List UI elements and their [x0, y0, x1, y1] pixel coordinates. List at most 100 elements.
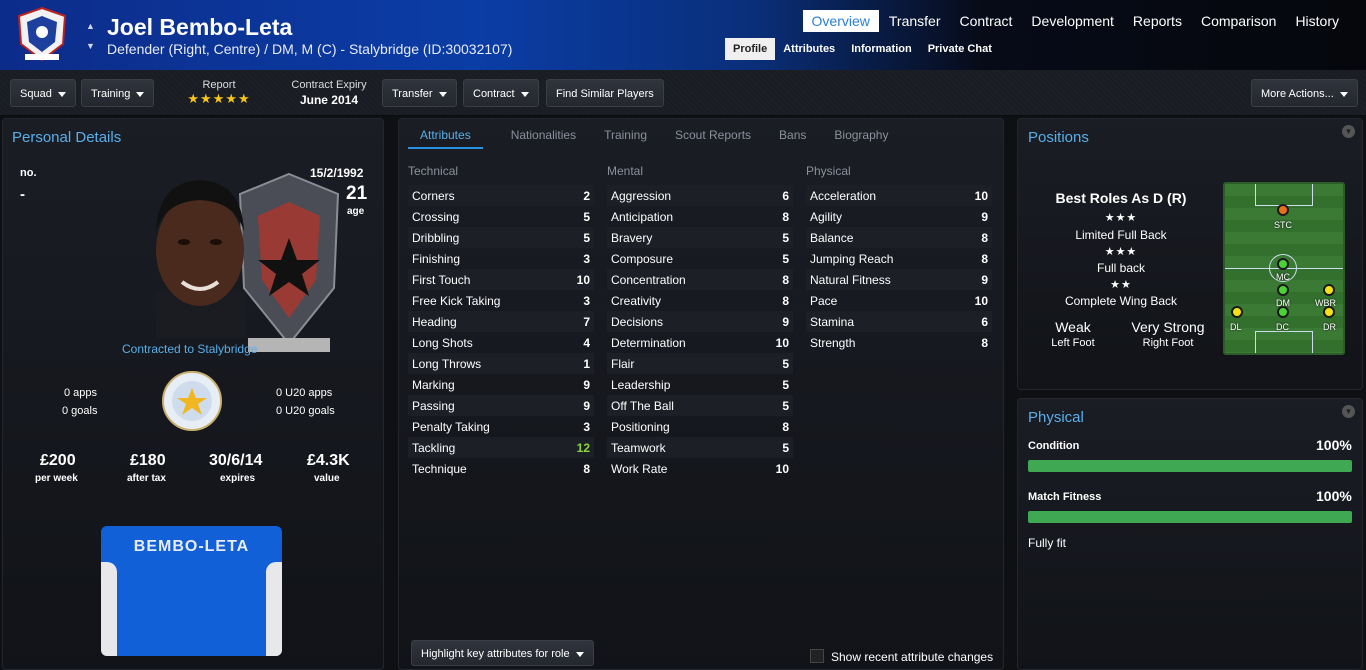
technical-attribute-row[interactable]: Long Shots 4 [408, 332, 594, 353]
technical-attribute-row[interactable]: Heading 7 [408, 311, 594, 332]
tab-bans[interactable]: Bans [779, 126, 806, 149]
subnav-profile[interactable]: Profile [725, 38, 776, 60]
physical-attribute-row[interactable]: Natural Fitness 9 [806, 269, 992, 290]
position-dot-wbr[interactable] [1323, 284, 1335, 296]
match-fitness-bar-fill [1028, 511, 1352, 523]
technical-attribute-row[interactable]: Penalty Taking 3 [408, 416, 594, 437]
position-dot-dr[interactable] [1323, 306, 1335, 318]
physical-attribute-value: 8 [981, 251, 988, 266]
physical-attribute-row[interactable]: Acceleration 10 [806, 185, 992, 206]
position-dot-dm[interactable] [1277, 284, 1289, 296]
transfer-button[interactable]: Transfer [382, 79, 457, 107]
nav-contract[interactable]: Contract [951, 10, 1022, 32]
physical-attribute-value: 8 [981, 230, 988, 245]
nav-comparison[interactable]: Comparison [1192, 10, 1285, 32]
position-pitch: STC MC DM WBR DL DC DR [1223, 182, 1345, 355]
club-crest-icon [17, 6, 67, 62]
top-penalty-box [1255, 184, 1313, 206]
mental-attribute-row[interactable]: Leadership 5 [607, 374, 793, 395]
contract-expiry: Contract Expiry June 2014 [284, 79, 374, 107]
mental-attribute-row[interactable]: Decisions 9 [607, 311, 793, 332]
technical-attribute-row[interactable]: Corners 2 [408, 185, 594, 206]
technical-attribute-row[interactable]: Finishing 3 [408, 248, 594, 269]
technical-attribute-row[interactable]: Crossing 5 [408, 206, 594, 227]
recent-changes-checkbox[interactable] [810, 649, 824, 663]
contracted-to-link[interactable]: Contracted to Stalybridge [122, 342, 257, 356]
subnav-private-chat[interactable]: Private Chat [920, 38, 1000, 60]
technical-attribute-name: Heading [412, 314, 457, 329]
tab-scout-reports[interactable]: Scout Reports [675, 126, 751, 149]
after-tax-label: after tax [127, 473, 166, 484]
technical-attribute-name: Finishing [412, 251, 461, 266]
technical-attribute-row[interactable]: Dribbling 5 [408, 227, 594, 248]
mental-attribute-row[interactable]: Teamwork 5 [607, 437, 793, 458]
collapse-positions-icon[interactable]: ▼ [1342, 125, 1355, 138]
subnav-information[interactable]: Information [843, 38, 920, 60]
collapse-physical-icon[interactable]: ▼ [1342, 405, 1355, 418]
mental-attribute-row[interactable]: Off The Ball 5 [607, 395, 793, 416]
nav-overview[interactable]: Overview [802, 10, 879, 32]
technical-attribute-value: 1 [583, 356, 590, 371]
match-fitness-bar [1028, 511, 1352, 523]
mental-attribute-value: 5 [782, 356, 789, 371]
left-foot-label: Left Foot [1051, 337, 1095, 349]
training-button[interactable]: Training [81, 79, 155, 107]
physical-attribute-row[interactable]: Agility 9 [806, 206, 992, 227]
mental-attribute-row[interactable]: Flair 5 [607, 353, 793, 374]
weak-foot-rating: Weak [1055, 319, 1091, 335]
more-actions-button[interactable]: More Actions... [1251, 79, 1358, 107]
player-value-label: value [314, 473, 340, 484]
technical-attribute-name: Crossing [412, 209, 460, 224]
mental-attribute-row[interactable]: Aggression 6 [607, 185, 793, 206]
nav-history[interactable]: History [1286, 10, 1348, 32]
nav-transfer[interactable]: Transfer [880, 10, 950, 32]
tab-training[interactable]: Training [604, 126, 647, 149]
find-similar-button[interactable]: Find Similar Players [546, 79, 664, 107]
mental-attribute-name: Creativity [611, 293, 662, 308]
fitness-status: Fully fit [1028, 536, 1067, 550]
technical-attribute-row[interactable]: Tackling 12 [408, 437, 594, 458]
technical-attribute-row[interactable]: First Touch 10 [408, 269, 594, 290]
technical-attribute-value: 5 [583, 230, 590, 245]
squad-button[interactable]: Squad [10, 79, 76, 107]
position-dot-mc[interactable] [1277, 258, 1289, 270]
highlight-role-dropdown[interactable]: Highlight key attributes for role [411, 640, 594, 666]
position-dot-stc[interactable] [1277, 204, 1289, 216]
physical-attribute-row[interactable]: Stamina 6 [806, 311, 992, 332]
mental-attribute-row[interactable]: Bravery 5 [607, 227, 793, 248]
position-dot-dc[interactable] [1277, 306, 1289, 318]
mental-attribute-row[interactable]: Concentration 8 [607, 269, 793, 290]
mental-attribute-row[interactable]: Composure 5 [607, 248, 793, 269]
mental-attribute-row[interactable]: Creativity 8 [607, 290, 793, 311]
tab-nationalities[interactable]: Nationalities [511, 126, 576, 149]
contract-button[interactable]: Contract [463, 79, 539, 107]
mental-attribute-row[interactable]: Determination 10 [607, 332, 793, 353]
technical-attribute-row[interactable]: Long Throws 1 [408, 353, 594, 374]
mental-attribute-row[interactable]: Work Rate 10 [607, 458, 793, 479]
position-dot-dl[interactable] [1231, 306, 1243, 318]
shirt-number-value: - [20, 186, 25, 203]
nav-development[interactable]: Development [1022, 10, 1123, 32]
technical-attribute-name: Tackling [412, 440, 456, 455]
nav-reports[interactable]: Reports [1124, 10, 1191, 32]
physical-attribute-row[interactable]: Jumping Reach 8 [806, 248, 992, 269]
mental-attribute-row[interactable]: Positioning 8 [607, 416, 793, 437]
tab-attributes[interactable]: Attributes [408, 126, 483, 149]
technical-attribute-row[interactable]: Marking 9 [408, 374, 594, 395]
technical-attribute-value: 10 [576, 272, 590, 287]
technical-attribute-value: 3 [583, 419, 590, 434]
match-fitness-value: 100% [1316, 488, 1352, 504]
technical-attribute-row[interactable]: Free Kick Taking 3 [408, 290, 594, 311]
mental-attribute-value: 8 [782, 293, 789, 308]
mental-attribute-row[interactable]: Anticipation 8 [607, 206, 793, 227]
physical-attribute-row[interactable]: Balance 8 [806, 227, 992, 248]
technical-attribute-row[interactable]: Passing 9 [408, 395, 594, 416]
physical-attribute-row[interactable]: Pace 10 [806, 290, 992, 311]
report-summary[interactable]: Report ★★★★★ [180, 79, 258, 107]
physical-attribute-row[interactable]: Strength 8 [806, 332, 992, 353]
technical-attribute-row[interactable]: Technique 8 [408, 458, 594, 479]
subnav-attributes[interactable]: Attributes [775, 38, 843, 60]
player-nav-arrows[interactable]: ▲ ▼ [86, 16, 95, 56]
chevron-down-icon [57, 91, 66, 97]
tab-biography[interactable]: Biography [834, 126, 888, 149]
